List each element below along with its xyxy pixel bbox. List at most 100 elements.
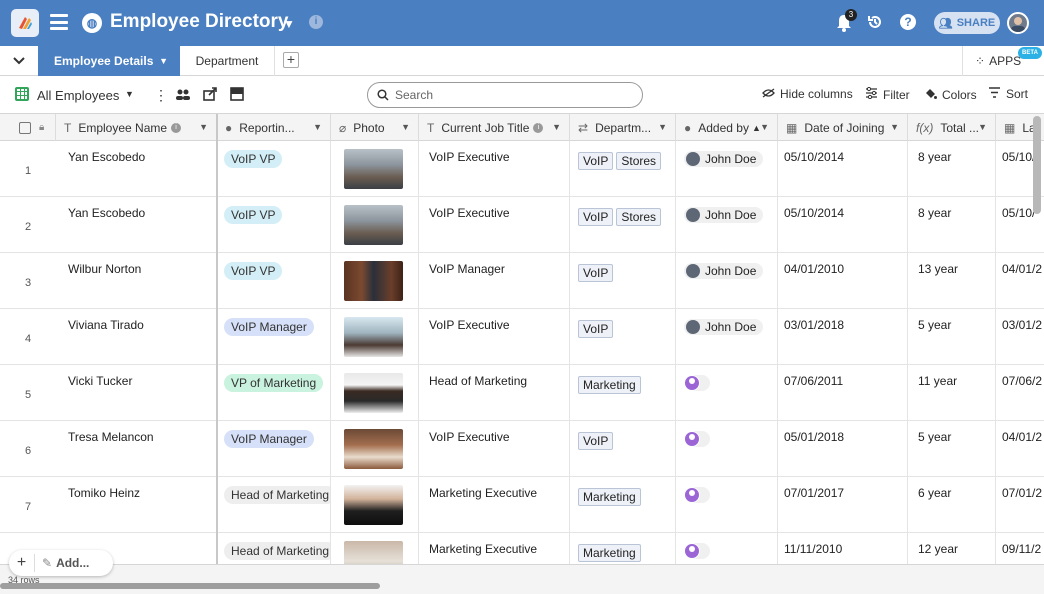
cell-total[interactable]: 8 year: [908, 141, 996, 197]
share-button[interactable]: 👥︎ SHARE: [934, 12, 1000, 34]
print-icon[interactable]: [230, 87, 244, 104]
cell-reporting[interactable]: VoIP VP: [217, 253, 331, 309]
add-tab-button[interactable]: +: [283, 52, 299, 68]
table-row[interactable]: 5 Vicki Tucker VP of Marketing Head of Mark…: [0, 365, 1044, 421]
employee-photo[interactable]: [344, 541, 403, 564]
cell-job-title[interactable]: VoIP Executive: [419, 197, 570, 253]
collaborator-chip[interactable]: John Doe: [684, 151, 764, 167]
cell-employee-name[interactable]: Vicki Tucker: [56, 365, 217, 421]
cell-date-of-joining[interactable]: 04/01/2010: [778, 253, 908, 309]
department-tag[interactable]: Stores: [616, 152, 662, 170]
chevron-down-icon[interactable]: [0, 46, 38, 76]
cell-reporting[interactable]: Head of Marketing: [217, 533, 331, 564]
user-avatar[interactable]: [1007, 12, 1029, 34]
table-row[interactable]: 2 Yan Escobedo VoIP VP VoIP Executive VoIP St…: [0, 197, 1044, 253]
cell-photo[interactable]: [331, 365, 419, 421]
cell-employee-name[interactable]: Wilbur Norton: [56, 253, 217, 309]
employee-photo[interactable]: [344, 205, 403, 245]
search-box[interactable]: [367, 82, 643, 108]
cell-last[interactable]: 04/01/2: [996, 253, 1044, 309]
cell-total[interactable]: 8 year: [908, 197, 996, 253]
cell-last[interactable]: 07/06/2: [996, 365, 1044, 421]
column-header-photo[interactable]: ⌀ Photo ▼: [331, 114, 419, 141]
info-icon[interactable]: i: [533, 122, 544, 133]
collaborator-chip[interactable]: [684, 543, 710, 559]
cell-reporting[interactable]: VoIP VP: [217, 197, 331, 253]
chevron-down-icon[interactable]: ▼: [283, 17, 295, 31]
cell-date-of-joining[interactable]: 03/01/2018: [778, 309, 908, 365]
column-header-reporting[interactable]: ● Reportin... ▼: [217, 114, 331, 141]
table-row[interactable]: 3 Wilbur Norton VoIP VP VoIP Manager VoIP Joh…: [0, 253, 1044, 309]
cell-job-title[interactable]: VoIP Manager: [419, 253, 570, 309]
cell-photo[interactable]: [331, 253, 419, 309]
department-tag[interactable]: VoIP: [578, 264, 614, 282]
cell-photo[interactable]: [331, 197, 419, 253]
cell-added-by[interactable]: [676, 477, 778, 533]
menu-icon[interactable]: [50, 14, 68, 30]
horizontal-scrollbar[interactable]: [0, 583, 380, 589]
collaborator-chip[interactable]: John Doe: [684, 263, 764, 279]
cell-job-title[interactable]: VoIP Executive: [419, 421, 570, 477]
cell-employee-name[interactable]: Viviana Tirado: [56, 309, 217, 365]
cell-date-of-joining[interactable]: 05/10/2014: [778, 141, 908, 197]
caret-down-icon[interactable]: ▼: [199, 122, 208, 132]
table-row[interactable]: 1 Yan Escobedo VoIP VP VoIP Executive VoIP St…: [0, 141, 1044, 197]
cell-reporting[interactable]: Head of Marketing: [217, 477, 331, 533]
caret-down-icon[interactable]: ▼: [890, 122, 899, 132]
cell-employee-name[interactable]: Tomiko Heinz: [56, 477, 217, 533]
employee-photo[interactable]: [344, 261, 403, 301]
department-tag[interactable]: Marketing: [578, 376, 641, 394]
column-header-department[interactable]: ⇄ Departm... ▼: [570, 114, 676, 141]
cell-total[interactable]: 5 year: [908, 421, 996, 477]
hide-columns-button[interactable]: Hide columns: [762, 87, 853, 101]
cell-added-by[interactable]: [676, 365, 778, 421]
cell-total[interactable]: 13 year: [908, 253, 996, 309]
cell-job-title[interactable]: Marketing Executive: [419, 533, 570, 564]
cell-department[interactable]: VoIP: [570, 421, 676, 477]
info-icon[interactable]: i: [309, 15, 323, 29]
employee-photo[interactable]: [344, 149, 403, 189]
cell-reporting[interactable]: VP of Marketing: [217, 365, 331, 421]
cell-department[interactable]: VoIP: [570, 253, 676, 309]
sort-button[interactable]: Sort: [988, 87, 1028, 101]
cell-total[interactable]: 12 year: [908, 533, 996, 564]
caret-down-icon[interactable]: ▼: [125, 89, 134, 99]
collaborators-icon[interactable]: [176, 87, 190, 103]
cell-department[interactable]: VoIP Stores: [570, 141, 676, 197]
department-tag[interactable]: VoIP: [578, 152, 614, 170]
cell-photo[interactable]: [331, 141, 419, 197]
table-row[interactable]: 6 Tresa Melancon VoIP Manager VoIP Executiv…: [0, 421, 1044, 477]
cell-date-of-joining[interactable]: 05/01/2018: [778, 421, 908, 477]
department-tag[interactable]: Stores: [616, 208, 662, 226]
cell-reporting[interactable]: VoIP Manager: [217, 309, 331, 365]
cell-total[interactable]: 5 year: [908, 309, 996, 365]
app-logo-icon[interactable]: [11, 9, 39, 37]
colors-button[interactable]: Colors: [924, 87, 977, 103]
column-header-total[interactable]: f(x) Total ... ▼: [908, 114, 996, 141]
cell-date-of-joining[interactable]: 11/11/2010: [778, 533, 908, 564]
cell-department[interactable]: VoIP: [570, 309, 676, 365]
table-row[interactable]: Head of Marketing Marketing Executive Mark…: [0, 533, 1044, 564]
department-tag[interactable]: VoIP: [578, 320, 614, 338]
cell-last[interactable]: 04/01/2: [996, 421, 1044, 477]
cell-photo[interactable]: [331, 309, 419, 365]
cell-department[interactable]: Marketing: [570, 365, 676, 421]
table-row[interactable]: 7 Tomiko Heinz Head of Marketing Marketing …: [0, 477, 1044, 533]
employee-photo[interactable]: [344, 317, 403, 357]
cell-date-of-joining[interactable]: 05/10/2014: [778, 197, 908, 253]
collaborator-chip[interactable]: [684, 375, 710, 391]
department-tag[interactable]: Marketing: [578, 488, 641, 506]
more-options-icon[interactable]: ⋮: [154, 87, 168, 104]
collaborator-chip[interactable]: [684, 487, 710, 503]
collaborator-chip[interactable]: [684, 431, 710, 447]
tab-department[interactable]: Department: [180, 46, 275, 76]
cell-added-by[interactable]: John Doe: [676, 253, 778, 309]
department-tag[interactable]: VoIP: [578, 432, 614, 450]
tab-employee-details[interactable]: Employee Details ▼: [38, 46, 180, 76]
cell-job-title[interactable]: Marketing Executive: [419, 477, 570, 533]
employee-photo[interactable]: [344, 485, 403, 525]
cell-department[interactable]: Marketing: [570, 533, 676, 564]
app-title[interactable]: Employee Directory: [110, 11, 288, 33]
filter-button[interactable]: Filter: [865, 86, 910, 102]
table-row[interactable]: 4 Viviana Tirado VoIP Manager VoIP Executiv…: [0, 309, 1044, 365]
